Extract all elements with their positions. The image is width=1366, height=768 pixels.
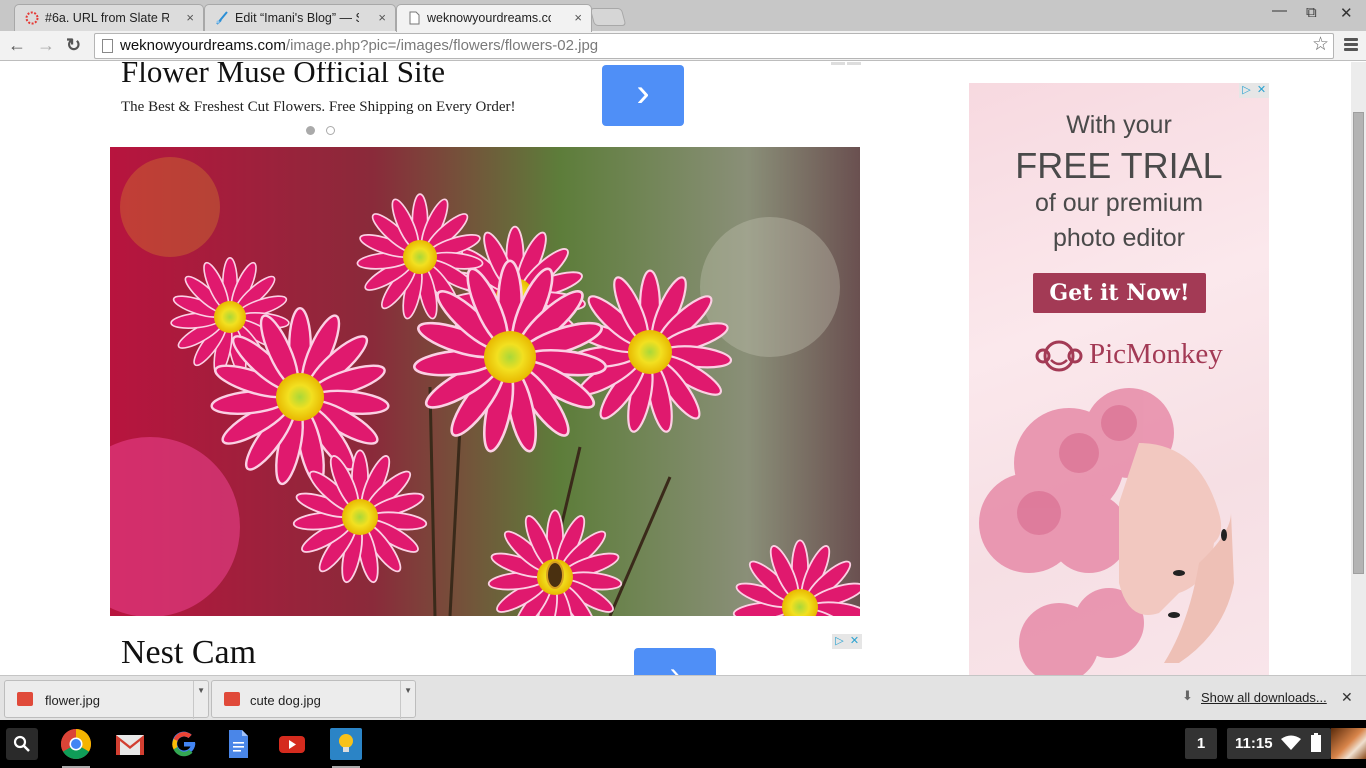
bookmark-star-icon[interactable]: ☆: [1312, 33, 1329, 57]
download-filename: flower.jpg: [45, 693, 100, 708]
flower-image: [110, 147, 860, 616]
ad-line-1: With your: [1066, 111, 1172, 139]
clock-time: 11:15: [1235, 735, 1273, 752]
picmonkey-brand: PicMonkey: [1089, 338, 1223, 370]
tab-edit-blog[interactable]: Edit “Imani's Blog” — Sci ×: [204, 4, 396, 31]
download-menu-caret-icon[interactable]: ▼: [197, 686, 205, 695]
address-bar[interactable]: weknowyourdreams.com/image.php?pic=/imag…: [94, 33, 1334, 59]
wifi-icon: [1281, 735, 1301, 750]
page-icon: [409, 11, 420, 25]
ad-next-button[interactable]: ›: [634, 648, 716, 675]
tab-close-icon[interactable]: ×: [186, 10, 194, 25]
docs-app[interactable]: [222, 728, 254, 760]
monkey-logo-icon: [1035, 340, 1083, 372]
download-item[interactable]: cute dog.jpg ▼: [211, 680, 416, 719]
gmail-app[interactable]: [114, 728, 146, 760]
forward-button[interactable]: →: [37, 35, 55, 56]
search-icon: [13, 735, 30, 752]
os-shelf: 1 11:15: [0, 720, 1366, 768]
battery-icon: [1311, 733, 1321, 752]
ad-title-flower-muse[interactable]: Flower Muse Official Site: [121, 62, 445, 90]
get-it-now-button[interactable]: Get it Now!: [1033, 273, 1206, 313]
back-button[interactable]: ←: [8, 35, 26, 56]
ad-title-nest-cam[interactable]: Nest Cam: [121, 634, 256, 672]
image-file-icon: [17, 692, 33, 706]
ad-line-4: photo editor: [1052, 224, 1186, 252]
tab-close-icon[interactable]: ×: [574, 10, 582, 25]
chrome-app[interactable]: [60, 728, 92, 768]
tab-title: weknowyourdreams.con: [427, 11, 551, 25]
carousel-dot[interactable]: [326, 126, 335, 135]
ad-close-icon[interactable]: ✕: [1254, 83, 1269, 98]
ad-top-edge: [831, 62, 861, 66]
page-icon: [102, 39, 113, 53]
tab-title: Edit “Imani's Blog” — Sci: [235, 11, 359, 25]
tab-title: #6a. URL from Slate Refl: [45, 11, 169, 25]
adchoices-icon[interactable]: ▷: [832, 634, 847, 649]
minimize-button[interactable]: —: [1272, 2, 1287, 19]
google-icon: [172, 731, 196, 757]
notification-count-badge[interactable]: 1: [1185, 728, 1217, 759]
browser-toolbar: ← → ↻ weknowyourdreams.com/image.php?pic…: [0, 31, 1366, 61]
show-all-downloads-link[interactable]: Show all downloads...: [1201, 690, 1327, 705]
ad-close-icon[interactable]: ✕: [847, 634, 862, 649]
woman-portrait-image: [979, 388, 1234, 675]
ad-description: The Best & Freshest Cut Flowers. Free Sh…: [121, 99, 516, 115]
quill-icon: [216, 11, 228, 25]
download-filename: cute dog.jpg: [250, 693, 321, 708]
lightbulb-icon: [339, 734, 353, 752]
ad-line-2: FREE TRIAL: [1015, 145, 1223, 186]
ad-line-3: of our premium: [1034, 189, 1204, 217]
ad-next-button[interactable]: ›: [602, 65, 684, 126]
ring-icon: [25, 11, 39, 25]
youtube-app[interactable]: [276, 728, 308, 760]
docs-icon: [229, 730, 248, 758]
google-app[interactable]: [168, 728, 200, 760]
tab-strip: #6a. URL from Slate Refl × Edit “Imani's…: [0, 0, 1366, 32]
download-menu-caret-icon[interactable]: ▼: [404, 686, 412, 695]
reload-button[interactable]: ↻: [66, 35, 81, 56]
gmail-icon: [116, 735, 144, 755]
url-host: weknowyourdreams.com: [120, 37, 286, 54]
keep-app[interactable]: [330, 728, 362, 768]
launcher-search-button[interactable]: [6, 728, 38, 760]
url-path: /image.php?pic=/images/flowers/flowers-0…: [285, 37, 599, 54]
close-window-button[interactable]: ✕: [1340, 4, 1353, 22]
youtube-icon: [279, 736, 305, 753]
user-avatar[interactable]: [1331, 728, 1366, 759]
new-tab-button[interactable]: [589, 8, 627, 26]
download-shelf: flower.jpg ▼ cute dog.jpg ▼ ⬇ Show all d…: [0, 675, 1366, 720]
download-arrow-icon: ⬇: [1182, 688, 1193, 703]
image-file-icon: [224, 692, 240, 706]
carousel-dot-active[interactable]: [306, 126, 315, 135]
chrome-menu-icon[interactable]: [1344, 38, 1358, 53]
tab-close-icon[interactable]: ×: [378, 10, 386, 25]
tab-slate-refl[interactable]: #6a. URL from Slate Refl ×: [14, 4, 204, 31]
vertical-scrollbar[interactable]: [1351, 62, 1366, 675]
scrollbar-thumb[interactable]: [1353, 112, 1364, 574]
restore-button[interactable]: ⧉: [1306, 4, 1317, 21]
download-item[interactable]: flower.jpg ▼: [4, 680, 209, 719]
close-shelf-button[interactable]: ✕: [1341, 689, 1353, 706]
picmonkey-ad[interactable]: ▷ ✕ With your FREE TRIAL of our premium …: [969, 83, 1269, 675]
page-content: Flower Muse Official Site The Best & Fre…: [0, 62, 1366, 675]
status-tray[interactable]: 11:15: [1227, 728, 1331, 759]
adchoices-icon[interactable]: ▷: [1239, 83, 1254, 98]
chrome-icon: [60, 729, 92, 760]
tab-weknowyourdreams[interactable]: weknowyourdreams.con ×: [396, 4, 592, 32]
